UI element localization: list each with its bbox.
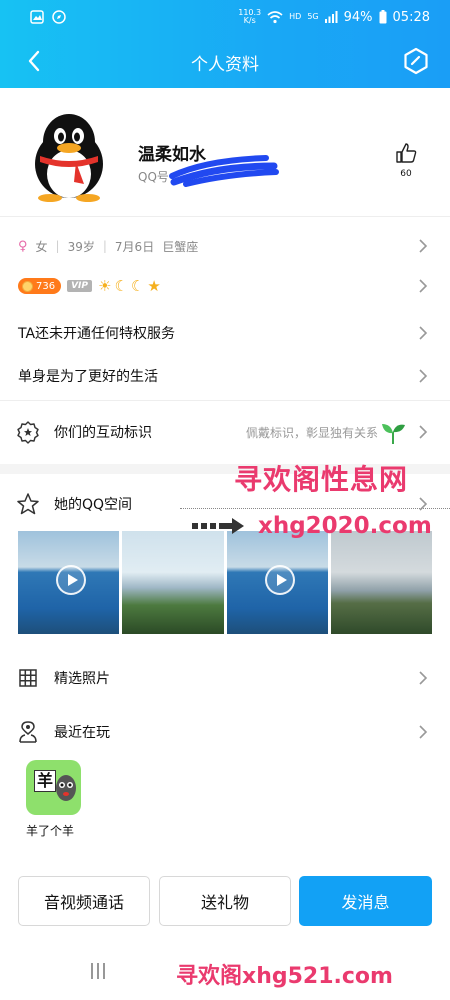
- vip-badge: VIP: [67, 280, 93, 292]
- qzone-photo-strip: [18, 531, 432, 634]
- hd-indicator: HD: [289, 12, 302, 21]
- female-icon: ♀: [18, 238, 28, 254]
- photo-thumbnail[interactable]: [122, 531, 224, 634]
- privilege-row[interactable]: TA还未开通任何特权服务: [0, 311, 450, 355]
- moon-icon: ☾: [114, 277, 128, 295]
- like-count: 60: [400, 169, 412, 179]
- send-gift-button[interactable]: 送礼物: [159, 876, 291, 926]
- level-badge: 736: [18, 278, 62, 294]
- recent-games-row[interactable]: 最近在玩: [0, 710, 450, 754]
- sheep-icon: [56, 775, 76, 801]
- badges-row[interactable]: 736 VIP ☀ ☾ ☾ ★: [0, 264, 450, 308]
- divider: [0, 216, 450, 217]
- chevron-right-icon: [419, 497, 428, 511]
- play-icon: [264, 565, 295, 595]
- chevron-right-icon: [419, 239, 428, 253]
- wifi-icon: [267, 10, 283, 23]
- page-title: 个人资料: [191, 55, 259, 75]
- status-bar: 110.3 K/s HD 5G 94% 05:28: [0, 0, 450, 36]
- privilege-text: TA还未开通任何特权服务: [18, 326, 176, 342]
- battery-icon: [379, 10, 387, 24]
- compass-icon: [52, 10, 66, 24]
- send-message-button[interactable]: 发消息: [299, 876, 432, 926]
- interaction-row[interactable]: 你们的互动标识 佩戴标识，彰显独有关系: [0, 410, 450, 454]
- featured-photos-row[interactable]: 精选照片: [0, 656, 450, 700]
- 5g-indicator: 5G: [307, 12, 319, 21]
- like-button[interactable]: 60: [394, 142, 418, 179]
- video-thumbnail[interactable]: [18, 531, 120, 634]
- recent-games-label: 最近在玩: [54, 725, 110, 741]
- badge-star-icon: [17, 421, 39, 444]
- separator: |: [102, 239, 107, 253]
- watermark-url: xhg2020.com: [258, 513, 432, 539]
- basic-info-row[interactable]: ♀ 女 | 39岁 | 7月6日 巨蟹座: [0, 224, 450, 268]
- video-call-button[interactable]: 音视频通话: [18, 876, 150, 926]
- watermark-arrow-icon: [192, 518, 244, 534]
- nav-bar: 个人资料: [0, 36, 450, 86]
- sprout-icon: [382, 424, 405, 444]
- sun-icon: ☀: [98, 277, 112, 295]
- qzone-label: 她的QQ空间: [54, 497, 133, 513]
- level-icons: ☀ ☾ ☾ ★: [98, 277, 161, 295]
- location-person-icon: [19, 721, 37, 743]
- signature-text: 单身是为了更好的生活: [18, 369, 158, 385]
- moon-icon: ☾: [130, 277, 145, 295]
- watermark-bottom: 寻欢阁xhg521.com: [176, 964, 393, 989]
- signature-row[interactable]: 单身是为了更好的生活: [0, 354, 450, 398]
- featured-photos-label: 精选照片: [54, 671, 110, 687]
- interaction-label: 你们的互动标识: [54, 425, 152, 441]
- interaction-hint: 佩戴标识，彰显独有关系: [245, 425, 378, 440]
- chevron-right-icon: [419, 671, 428, 685]
- chevron-right-icon: [419, 326, 428, 340]
- star-outline-icon: [17, 493, 39, 515]
- star-icon: ★: [147, 277, 161, 295]
- redaction-scribble: [169, 155, 279, 187]
- chevron-right-icon: [419, 369, 428, 383]
- game-name: 羊了个羊: [26, 824, 75, 838]
- video-thumbnail[interactable]: [226, 531, 328, 634]
- battery-percent: 94%: [343, 9, 373, 25]
- grid-icon: [19, 669, 37, 687]
- chevron-right-icon: [419, 425, 428, 439]
- game-icon-sheep[interactable]: 羊: [26, 760, 81, 815]
- chevron-right-icon: [419, 725, 428, 739]
- photo-thumbnail[interactable]: [330, 531, 432, 634]
- avatar[interactable]: [30, 112, 108, 202]
- recent-apps-icon[interactable]: [88, 962, 108, 980]
- thumbs-up-icon: [396, 143, 417, 163]
- separator: |: [55, 239, 60, 253]
- network-speed: 110.3 K/s: [238, 8, 262, 25]
- qq-number-label: QQ号: [138, 170, 169, 184]
- divider: [0, 400, 450, 401]
- coin-icon: [22, 280, 33, 292]
- watermark-text: 寻欢阁性息网: [234, 463, 409, 496]
- clock: 05:28: [392, 9, 430, 25]
- chevron-right-icon: [419, 279, 428, 293]
- gender: 女: [35, 239, 48, 254]
- age: 39岁: [67, 239, 95, 254]
- edit-hexagon-icon[interactable]: [402, 47, 430, 75]
- birthday: 7月6日: [114, 239, 155, 254]
- signal-icon: [324, 11, 338, 23]
- zodiac: 巨蟹座: [162, 239, 199, 254]
- gallery-icon: [30, 10, 44, 24]
- play-icon: [56, 565, 86, 595]
- profile-header: 温柔如水 QQ号 60: [0, 88, 450, 216]
- watermark-dotted-line: [180, 508, 450, 509]
